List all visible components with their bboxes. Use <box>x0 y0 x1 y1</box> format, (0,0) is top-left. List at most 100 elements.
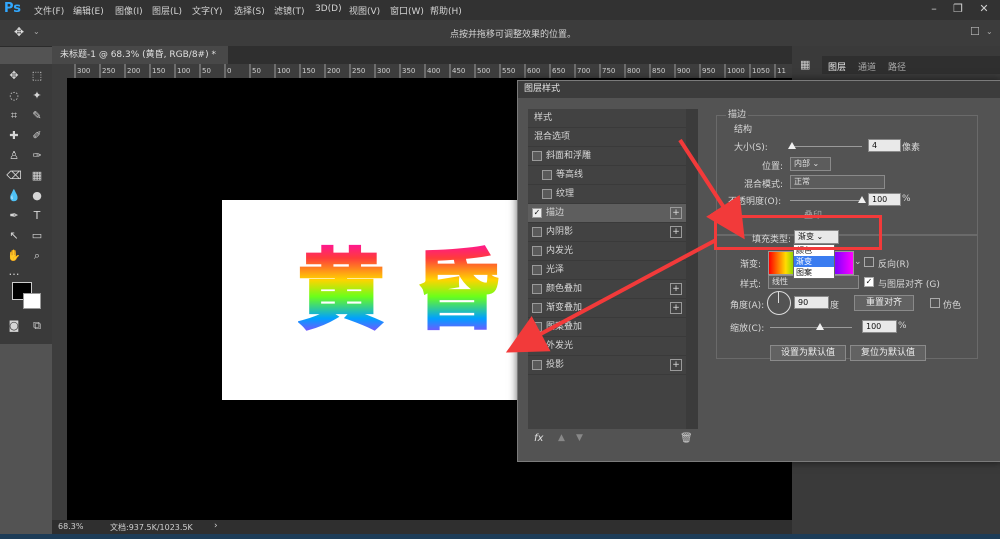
menu-image[interactable]: 图像(I) <box>115 4 143 17</box>
screen-mode-icon[interactable]: ⧉ <box>28 318 46 334</box>
document-tab[interactable]: 未标题-1 @ 68.3% (黄昏, RGB/8#) * <box>52 46 228 64</box>
zoom-icon[interactable]: ⌕ <box>28 248 46 264</box>
menu-file[interactable]: 文件(F) <box>34 4 64 17</box>
history-brush-icon[interactable]: ✑ <box>28 148 46 164</box>
size-slider-knob[interactable] <box>788 142 796 149</box>
panel-icon[interactable]: ▦ <box>800 58 810 71</box>
menu-filter[interactable]: 滤镜(T) <box>274 4 305 17</box>
style-checkbox[interactable] <box>532 341 542 351</box>
trash-icon[interactable]: 🗑 <box>680 433 693 444</box>
size-input[interactable]: 4 <box>868 139 901 152</box>
style-list-item[interactable]: 混合选项 <box>528 128 686 147</box>
dither-checkbox[interactable] <box>930 298 940 308</box>
menu-type[interactable]: 文字(Y) <box>192 4 223 17</box>
healing-icon[interactable]: ✚ <box>5 128 23 144</box>
style-checkbox[interactable] <box>532 265 542 275</box>
magic-wand-icon[interactable]: ✦ <box>28 88 46 104</box>
dropdown-option-gradient[interactable]: 渐变 <box>794 256 834 267</box>
type-icon[interactable]: T <box>28 208 46 224</box>
style-list-item[interactable]: 渐变叠加 + <box>528 299 686 318</box>
position-select[interactable]: 内部 ⌄ <box>790 157 831 171</box>
scale-input[interactable]: 100 <box>862 320 897 333</box>
reverse-checkbox[interactable] <box>864 257 874 267</box>
move-tool-icon[interactable]: ✥ <box>14 25 24 39</box>
style-list-item[interactable]: 等高线 <box>528 166 686 185</box>
menu-help[interactable]: 帮助(H) <box>430 4 462 17</box>
minimize-icon[interactable]: – <box>922 2 946 18</box>
workspace-chevron-icon[interactable]: ⌄ <box>986 27 993 36</box>
menu-view[interactable]: 视图(V) <box>349 4 380 17</box>
close-icon[interactable]: ✕ <box>972 2 996 18</box>
menu-window[interactable]: 窗口(W) <box>390 4 424 17</box>
marquee-icon[interactable]: ⬚ <box>28 68 46 84</box>
style-checkbox[interactable] <box>532 303 542 313</box>
document-canvas[interactable]: 黄 昏 <box>222 200 518 400</box>
style-checkbox[interactable] <box>532 151 542 161</box>
style-list-item[interactable]: 投影 + <box>528 356 686 375</box>
menu-layer[interactable]: 图层(L) <box>152 4 182 17</box>
move-up-icon[interactable]: ▲ <box>558 433 565 443</box>
quick-mask-icon[interactable]: ◙ <box>5 318 23 334</box>
style-checkbox[interactable] <box>542 189 552 199</box>
path-select-icon[interactable]: ↖ <box>5 228 23 244</box>
opacity-input[interactable]: 100 <box>868 193 901 206</box>
crop-icon[interactable]: ⌗ <box>5 108 23 124</box>
gradient-chevron-icon[interactable]: ⌄ <box>854 257 862 267</box>
size-slider-track[interactable] <box>790 146 862 147</box>
eraser-icon[interactable]: ⌫ <box>5 168 23 184</box>
add-style-icon[interactable]: + <box>670 302 682 314</box>
style-checkbox[interactable] <box>532 227 542 237</box>
style-list-item[interactable]: 内阴影 + <box>528 223 686 242</box>
menu-edit[interactable]: 编辑(E) <box>73 4 104 17</box>
dropdown-option-pattern[interactable]: 图案 <box>794 267 834 278</box>
add-style-icon[interactable]: + <box>670 226 682 238</box>
move-icon[interactable]: ✥ <box>5 68 23 84</box>
brush-icon[interactable]: ✐ <box>28 128 46 144</box>
scale-slider-track[interactable] <box>770 327 852 328</box>
blend-mode-select[interactable]: 正常 <box>790 175 885 189</box>
hand-icon[interactable]: ✋ <box>5 248 23 264</box>
style-list-item[interactable]: 颜色叠加 + <box>528 280 686 299</box>
style-checkbox[interactable] <box>532 322 542 332</box>
rectangle-icon[interactable]: ▭ <box>28 228 46 244</box>
lasso-icon[interactable]: ◌ <box>5 88 23 104</box>
align-checkbox[interactable]: ✓ <box>864 277 874 287</box>
stamp-icon[interactable]: ♙ <box>5 148 23 164</box>
tab-paths[interactable]: 路径 <box>888 60 906 73</box>
style-list-item[interactable]: 光泽 <box>528 261 686 280</box>
reset-default-button[interactable]: 复位为默认值 <box>850 345 926 361</box>
angle-input[interactable]: 90 <box>794 296 829 309</box>
style-list-item[interactable]: 内发光 <box>528 242 686 261</box>
opacity-slider-knob[interactable] <box>858 196 866 203</box>
style-list-item[interactable]: ✓ 描边 + <box>528 204 686 223</box>
blur-icon[interactable]: 💧 <box>5 188 23 204</box>
set-default-button[interactable]: 设置为默认值 <box>770 345 846 361</box>
pen-icon[interactable]: ✒ <box>5 208 23 224</box>
style-list-item[interactable]: 图案叠加 <box>528 318 686 337</box>
menu-3d[interactable]: 3D(D) <box>315 4 342 14</box>
menu-select[interactable]: 选择(S) <box>234 4 265 17</box>
style-checkbox[interactable] <box>542 170 552 180</box>
gradient-icon[interactable]: ▦ <box>28 168 46 184</box>
tab-channels[interactable]: 通道 <box>858 60 876 73</box>
style-list-item[interactable]: 斜面和浮雕 <box>528 147 686 166</box>
add-style-icon[interactable]: + <box>670 359 682 371</box>
workspace-icon[interactable]: ☐ <box>970 25 980 38</box>
style-checkbox[interactable] <box>532 284 542 294</box>
background-color-swatch[interactable] <box>23 293 41 309</box>
tab-layers[interactable]: 图层 <box>828 60 846 73</box>
reset-align-button[interactable]: 重置对齐 <box>854 295 914 311</box>
dodge-icon[interactable]: ● <box>28 188 46 204</box>
style-checkbox[interactable]: ✓ <box>532 208 542 218</box>
more-tools-icon[interactable]: … <box>5 264 23 280</box>
opacity-slider-track[interactable] <box>790 200 862 201</box>
move-down-icon[interactable]: ▼ <box>576 433 583 443</box>
eyedropper-icon[interactable]: ✎ <box>28 108 46 124</box>
fx-icon[interactable]: fx <box>534 433 543 444</box>
style-list-item[interactable]: 纹理 <box>528 185 686 204</box>
chevron-down-icon[interactable]: ⌄ <box>33 27 40 36</box>
status-arrow-icon[interactable]: › <box>214 521 218 531</box>
add-style-icon[interactable]: + <box>670 207 682 219</box>
angle-dial[interactable] <box>767 291 791 315</box>
zoom-level[interactable]: 68.3% <box>58 522 83 531</box>
